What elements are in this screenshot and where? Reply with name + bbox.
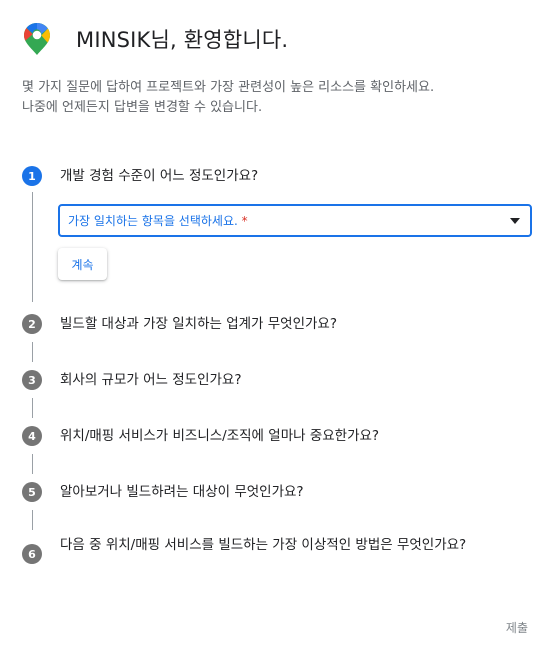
question-5-text: 알아보거나 빌드하려는 대상이 무엇인가요? — [60, 484, 304, 500]
step-number-6: 6 — [22, 544, 42, 564]
step-number-1: 1 — [22, 166, 42, 186]
google-maps-pin-icon — [24, 23, 50, 55]
intro-line-2: 나중에 언제든지 답변을 변경할 수 있습니다. — [22, 100, 263, 115]
question-1-text: 개발 경험 수준이 어느 정도인가요? — [60, 168, 259, 184]
intro-text: 몇 가지 질문에 답하여 프로젝트와 가장 관련성이 높은 리소스를 확인하세요… — [22, 78, 528, 118]
question-6[interactable]: 6 다음 중 위치/매핑 서비스를 빌드하는 가장 이상적인 방법은 무엇인가요… — [22, 537, 520, 564]
step-number-3: 3 — [22, 370, 42, 390]
question-1: 1 개발 경험 수준이 어느 정도인가요? — [22, 166, 530, 186]
step-number-5: 5 — [22, 482, 42, 502]
step-number-2: 2 — [22, 314, 42, 334]
question-6-text: 다음 중 위치/매핑 서비스를 빌드하는 가장 이상적인 방법은 무엇인가요? — [60, 537, 467, 553]
dropdown-caret-icon — [510, 217, 520, 224]
question-3[interactable]: 3 회사의 규모가 어느 정도인가요? — [22, 370, 530, 390]
intro-line-1: 몇 가지 질문에 답하여 프로젝트와 가장 관련성이 높은 리소스를 확인하세요… — [22, 80, 435, 95]
step-number-4: 4 — [22, 426, 42, 446]
question-2[interactable]: 2 빌드할 대상과 가장 일치하는 업계가 무엇인가요? — [22, 314, 530, 334]
header: MINSIK님, 환영합니다. — [22, 22, 288, 56]
submit-button[interactable]: 제출 — [506, 619, 528, 636]
select-placeholder: 가장 일치하는 항목을 선택하세요. * — [68, 214, 248, 228]
step-connector-2 — [32, 342, 33, 362]
step-connector-4 — [32, 454, 33, 474]
continue-button[interactable]: 계속 — [58, 248, 107, 280]
step-connector-1 — [32, 192, 33, 302]
question-3-text: 회사의 규모가 어느 정도인가요? — [60, 372, 242, 388]
question-2-text: 빌드할 대상과 가장 일치하는 업계가 무엇인가요? — [60, 316, 338, 332]
step-connector-3 — [32, 398, 33, 418]
question-4[interactable]: 4 위치/매핑 서비스가 비즈니스/조직에 얼마나 중요한가요? — [22, 426, 530, 446]
step-connector-5 — [32, 510, 33, 530]
question-5[interactable]: 5 알아보거나 빌드하려는 대상이 무엇인가요? — [22, 482, 530, 502]
question-4-text: 위치/매핑 서비스가 비즈니스/조직에 얼마나 중요한가요? — [60, 428, 380, 444]
page-title: MINSIK님, 환영합니다. — [76, 28, 289, 52]
required-mark: * — [241, 214, 248, 228]
experience-level-select[interactable]: 가장 일치하는 항목을 선택하세요. * — [58, 204, 532, 237]
